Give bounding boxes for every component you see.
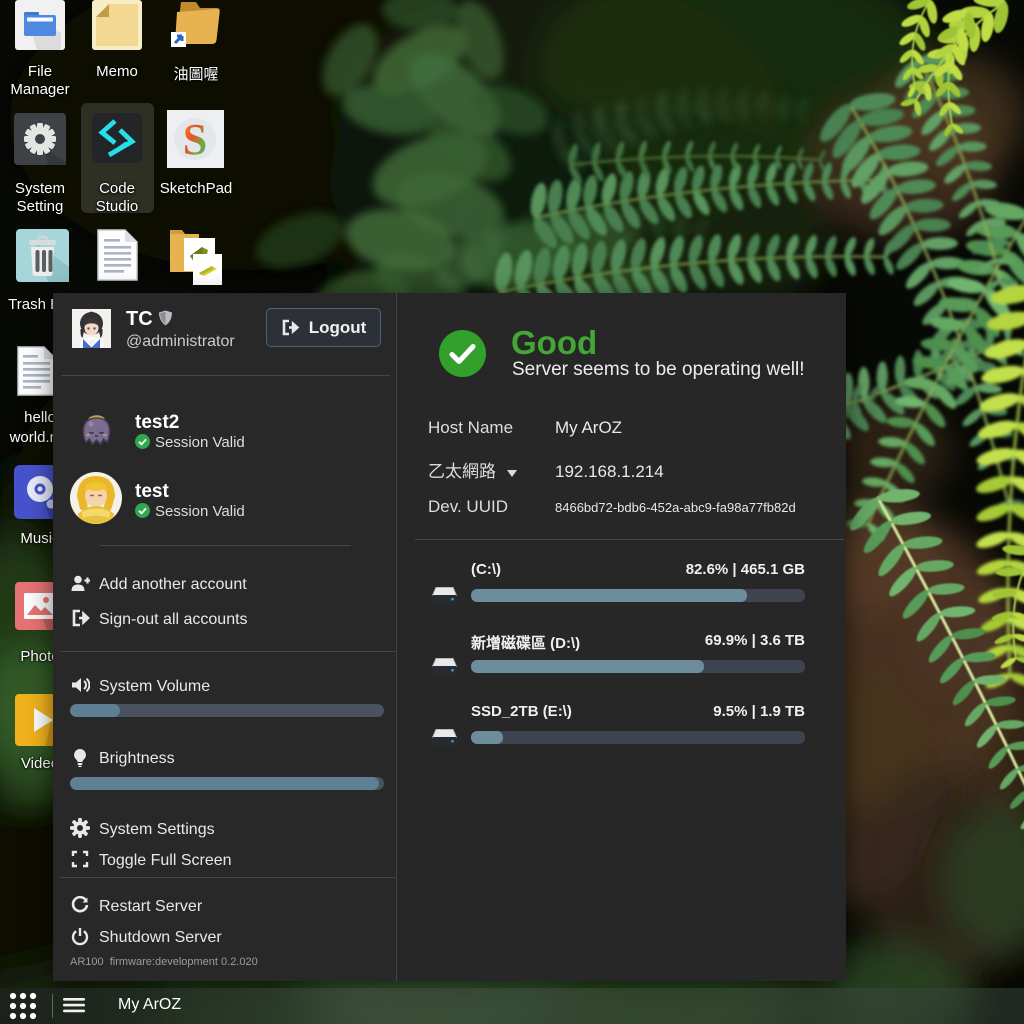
- svg-text:S: S: [183, 115, 207, 164]
